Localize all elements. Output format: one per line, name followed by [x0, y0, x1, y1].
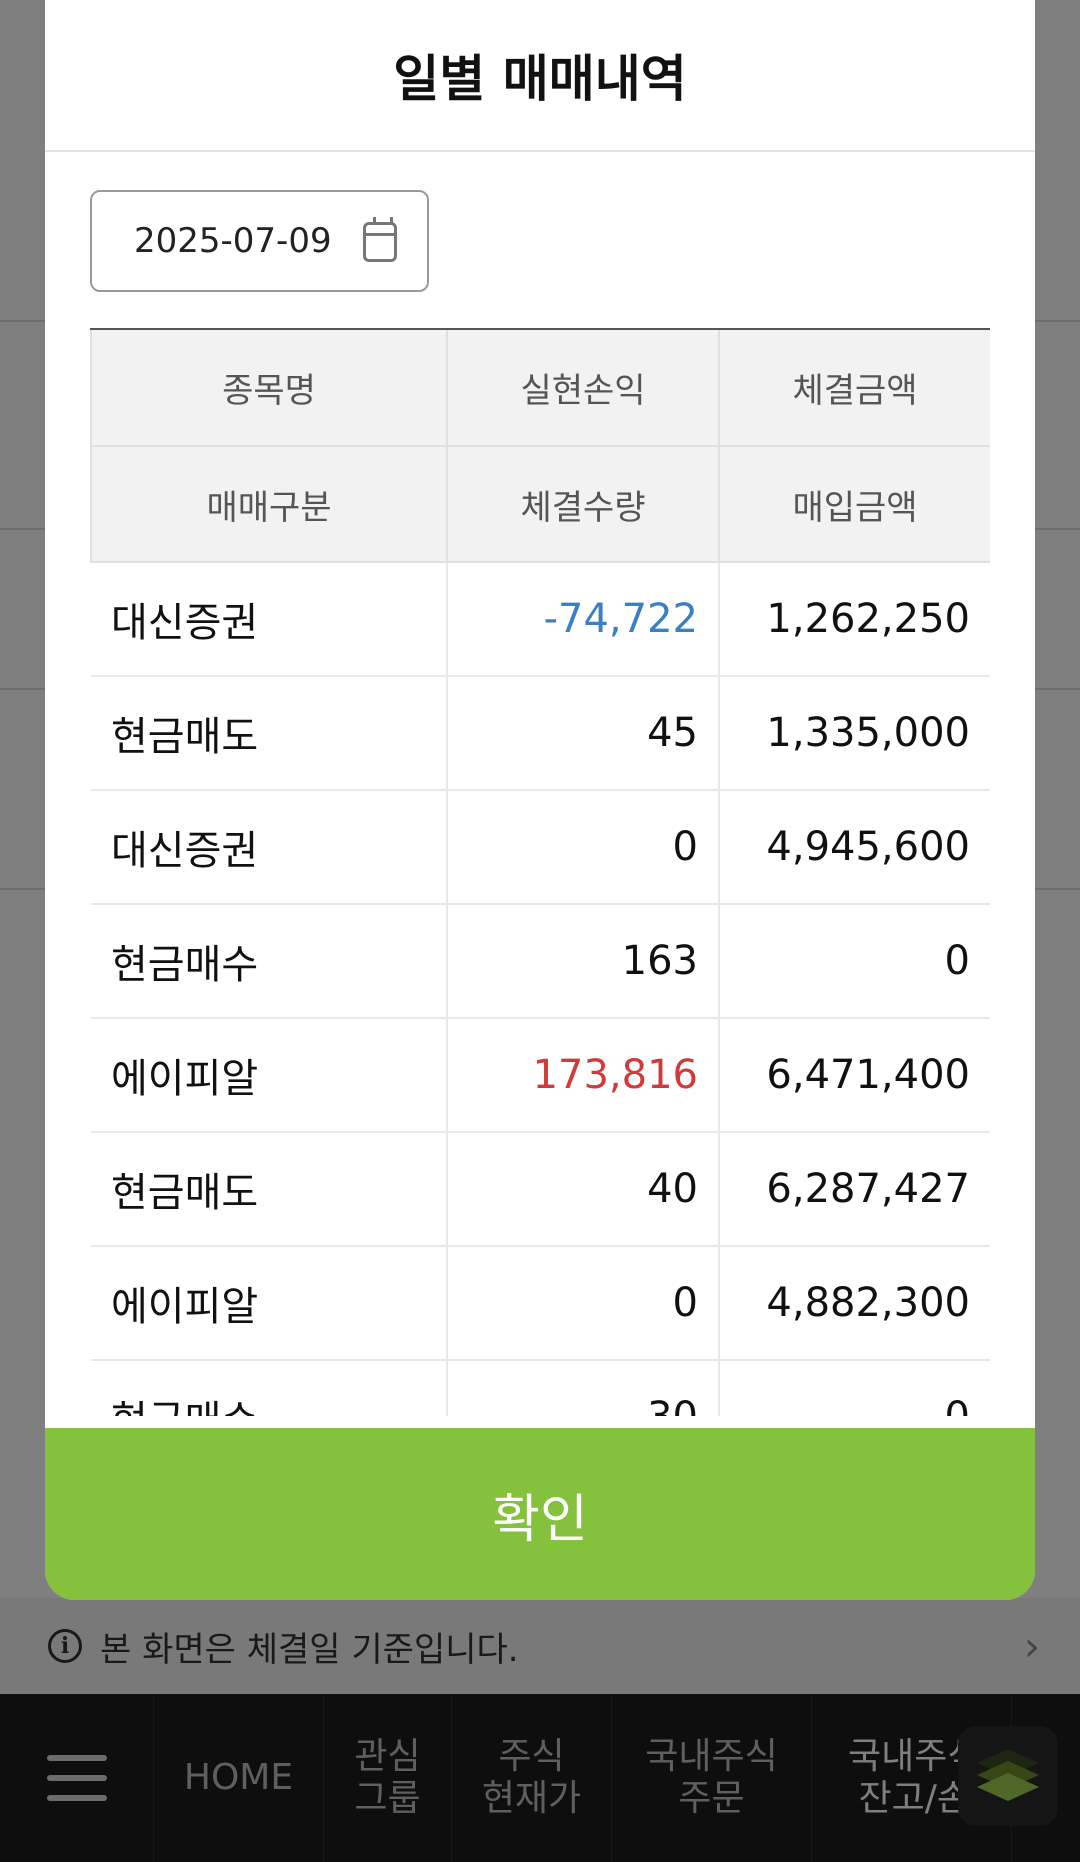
cell-realized-profit: -74,722	[447, 562, 720, 677]
cell-exec-amount: 4,945,600	[719, 790, 990, 905]
cell-exec-qty: 163	[447, 904, 720, 1019]
date-picker-field[interactable]: 2025-07-09	[90, 190, 429, 292]
cell-realized-profit: 0	[447, 1246, 720, 1361]
cell-exec-amount: 6,471,400	[719, 1018, 990, 1133]
modal-title: 일별 매매내역	[45, 0, 1035, 152]
header-exec-qty: 체결수량	[446, 446, 720, 563]
cell-trade-type: 현금매도	[91, 676, 448, 791]
table-row: 현금매수 30 0	[91, 1360, 990, 1416]
daily-trade-history-modal: 일별 매매내역 2025-07-09 종목명 실현손익 체결금액 매매구분 체결…	[45, 0, 1035, 1600]
table-row: 현금매도 40 6,287,427	[91, 1132, 990, 1247]
header-exec-amount: 체결금액	[718, 330, 990, 447]
cell-stock-name: 에이피알	[91, 1246, 448, 1361]
cell-realized-profit: 0	[447, 790, 720, 905]
cell-buy-amount: 6,287,427	[719, 1132, 990, 1247]
table-row: 대신증권 -74,722 1,262,250	[91, 562, 990, 677]
cell-stock-name: 대신증권	[91, 790, 448, 905]
table-row: 대신증권 0 4,945,600	[91, 790, 990, 905]
cell-exec-amount: 1,262,250	[719, 562, 990, 677]
cell-stock-name: 에이피알	[91, 1018, 448, 1133]
calendar-icon[interactable]	[363, 217, 397, 262]
table-header-row: 매매구분 체결수량 매입금액	[90, 446, 990, 563]
cell-exec-qty: 40	[447, 1132, 720, 1247]
header-realized-profit: 실현손익	[446, 330, 720, 447]
confirm-button[interactable]: 확인	[45, 1428, 1035, 1600]
cell-buy-amount: 1,335,000	[719, 676, 990, 791]
cell-realized-profit: 173,816	[447, 1018, 720, 1133]
date-value: 2025-07-09	[134, 221, 332, 261]
header-trade-type: 매매구분	[90, 446, 448, 563]
cell-exec-amount: 4,882,300	[719, 1246, 990, 1361]
table-header-row: 종목명 실현손익 체결금액	[90, 330, 990, 447]
cell-trade-type: 현금매도	[91, 1132, 448, 1247]
table-row: 에이피알 173,816 6,471,400	[91, 1018, 990, 1133]
cell-stock-name: 대신증권	[91, 562, 448, 677]
header-buy-amount: 매입금액	[718, 446, 990, 563]
cell-exec-qty: 30	[447, 1360, 720, 1416]
trade-table-container[interactable]: 종목명 실현손익 체결금액 매매구분 체결수량 매입금액 대신증권 -74,72…	[90, 328, 990, 1416]
table-row: 현금매도 45 1,335,000	[91, 676, 990, 791]
cell-trade-type: 현금매수	[91, 1360, 448, 1416]
trade-table: 종목명 실현손익 체결금액 매매구분 체결수량 매입금액 대신증권 -74,72…	[90, 330, 990, 1416]
cell-trade-type: 현금매수	[91, 904, 448, 1019]
header-stock-name: 종목명	[90, 330, 448, 447]
cell-exec-qty: 45	[447, 676, 720, 791]
table-row: 현금매수 163 0	[91, 904, 990, 1019]
table-row: 에이피알 0 4,882,300	[91, 1246, 990, 1361]
cell-buy-amount: 0	[719, 904, 990, 1019]
cell-buy-amount: 0	[719, 1360, 990, 1416]
